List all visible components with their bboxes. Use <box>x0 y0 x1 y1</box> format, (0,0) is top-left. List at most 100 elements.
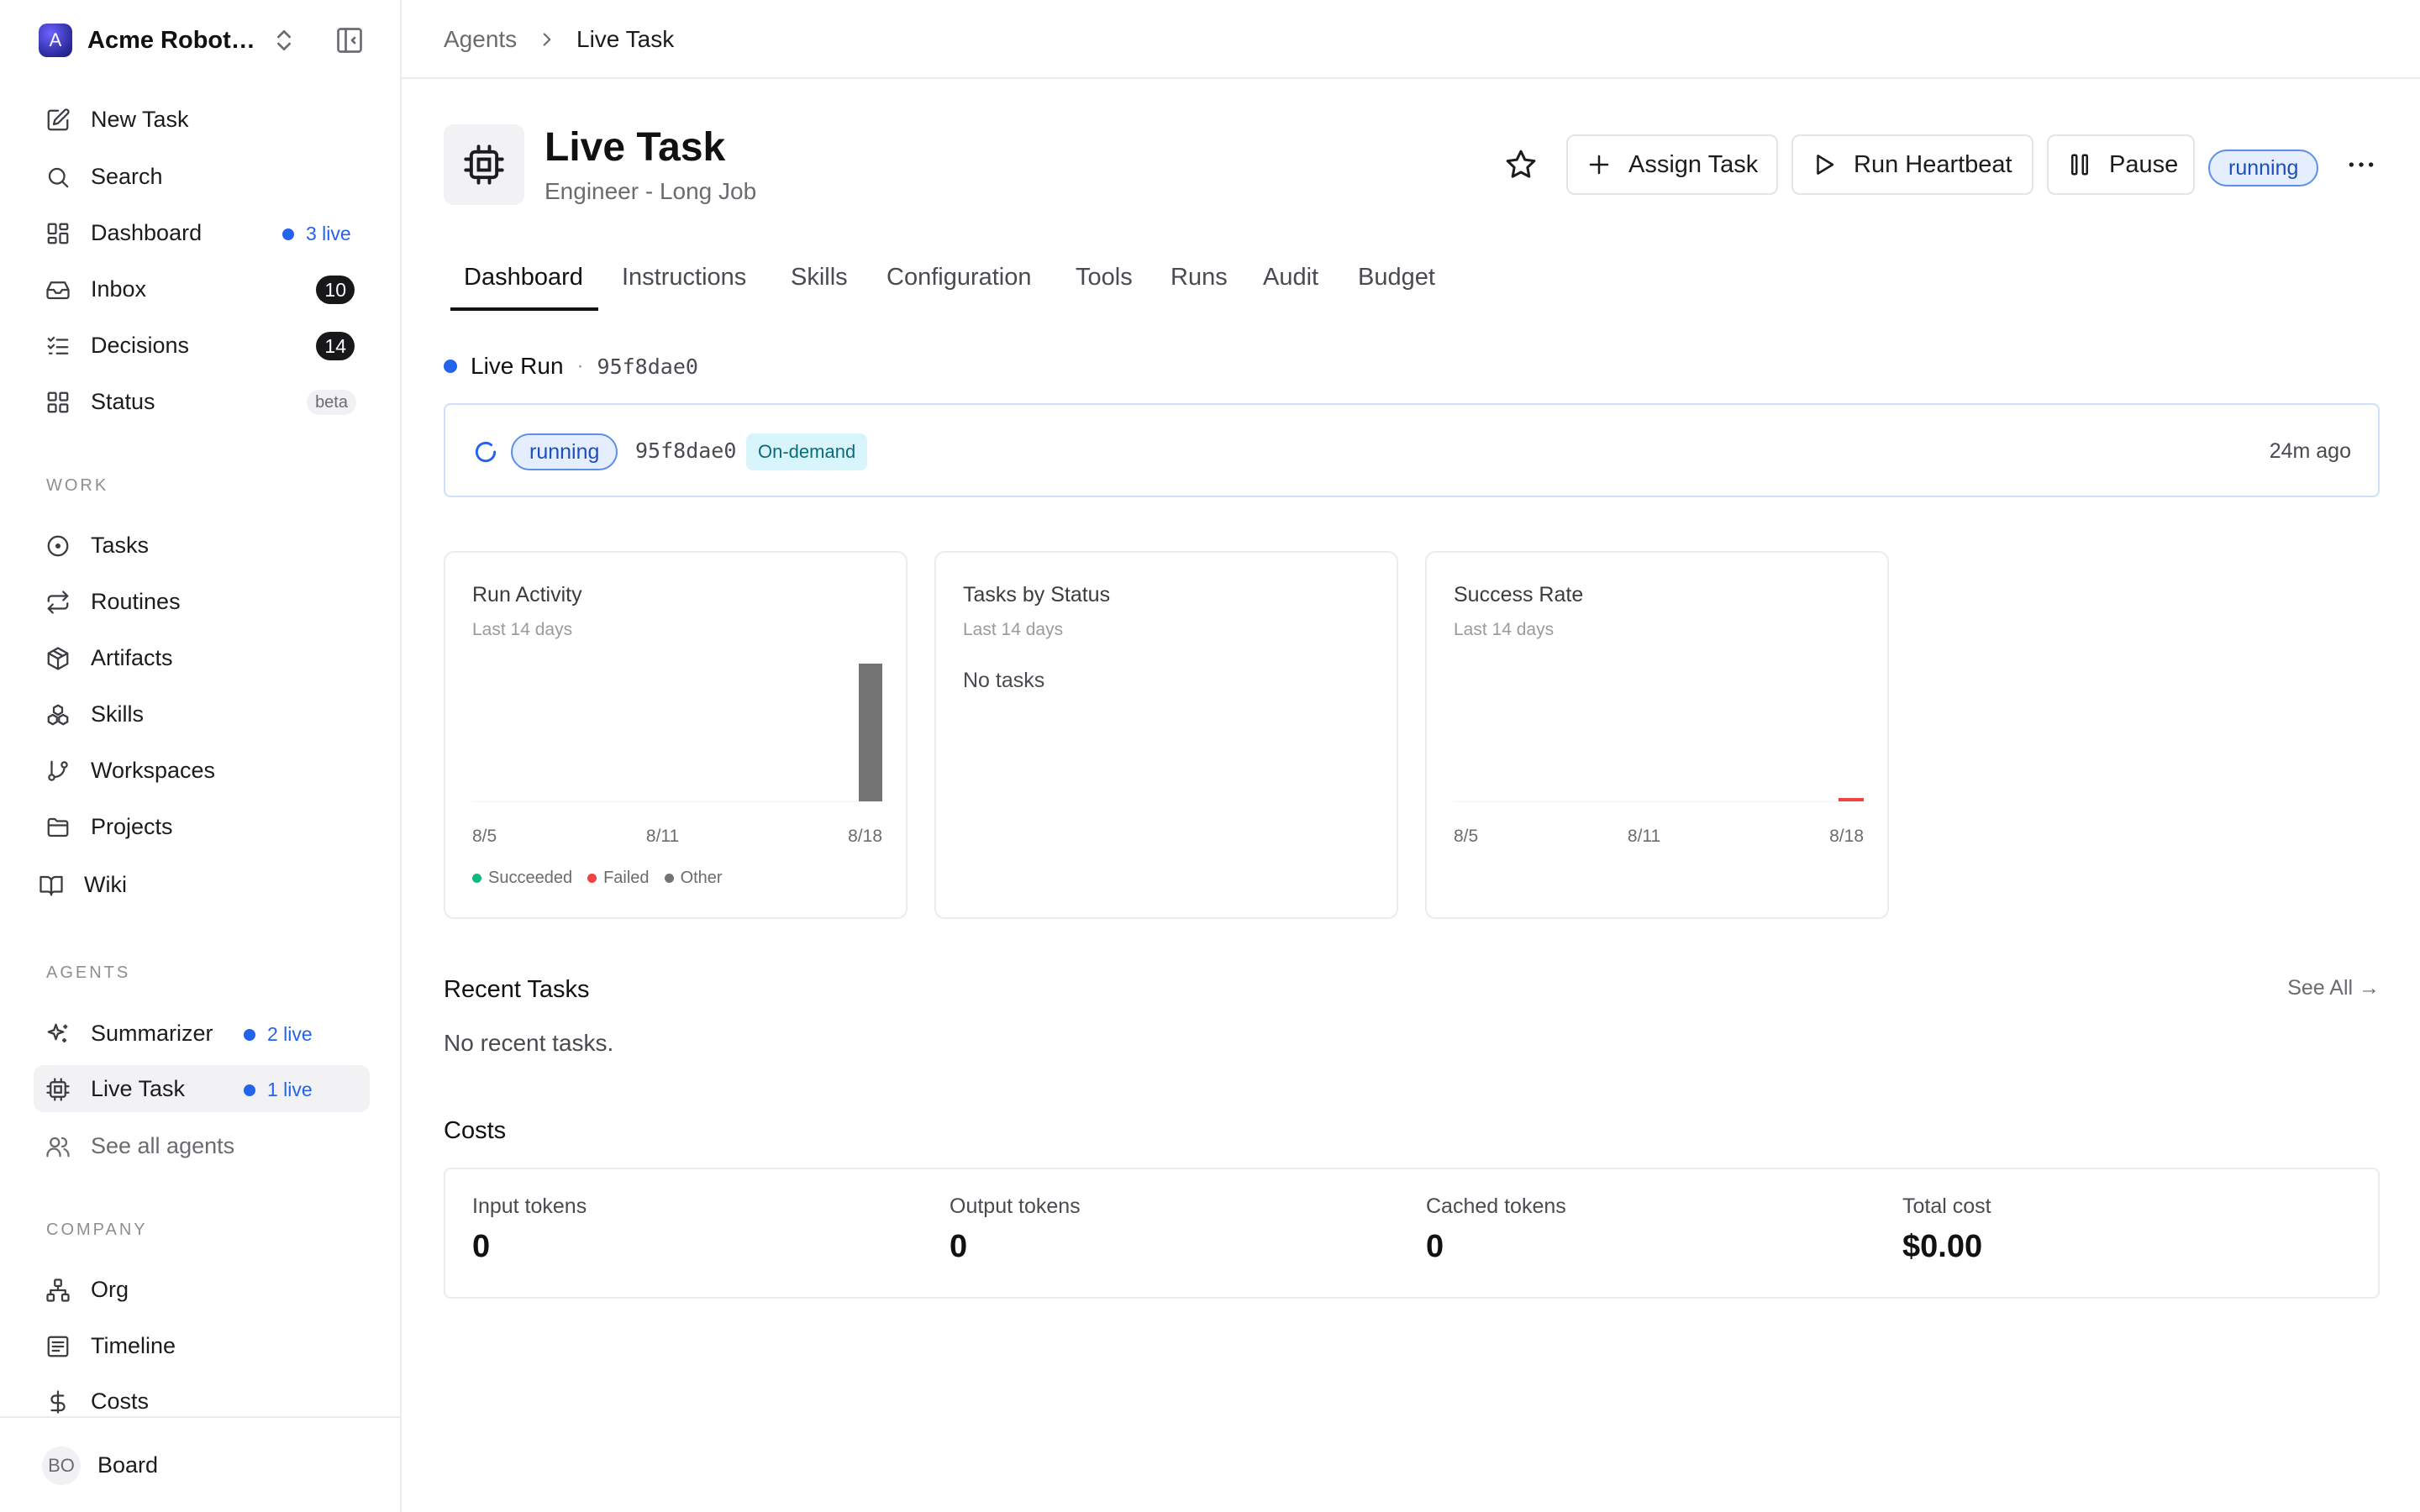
company-logo: A <box>39 24 72 57</box>
edit-square-icon <box>47 108 70 131</box>
legend-swatch <box>664 874 674 883</box>
tab-dashboard[interactable]: Dashboard <box>464 264 583 291</box>
tab-skills[interactable]: Skills <box>791 264 848 291</box>
tab-configuration[interactable]: Configuration <box>886 264 1032 291</box>
live-run-card[interactable]: running 95f8dae0 On-demand 24m ago <box>444 403 2380 497</box>
nav-agent-live-task[interactable]: Live Task 1 live <box>34 1065 370 1112</box>
see-all-link[interactable]: See All → <box>2287 976 2380 1000</box>
chart-subtitle: Last 14 days <box>963 620 1064 639</box>
legend-item-other: Other <box>664 869 723 888</box>
nav-dashboard[interactable]: Dashboard 3 live <box>34 209 370 256</box>
separator: · <box>576 354 584 377</box>
legend-item-failed: Failed <box>587 869 650 888</box>
bar-other <box>859 664 882 801</box>
nav-label: New Task <box>91 106 189 132</box>
chart-title: Tasks by Status <box>963 583 1111 606</box>
agent-avatar <box>444 124 524 205</box>
more-horizontal-icon[interactable] <box>2344 148 2378 181</box>
tab-budget[interactable]: Budget <box>1358 264 1435 291</box>
play-icon <box>1817 155 1834 175</box>
run-heartbeat-label: Run Heartbeat <box>1854 150 2012 178</box>
nav-workspaces[interactable]: Workspaces <box>34 747 370 794</box>
x-tick-label: 8/18 <box>848 827 882 846</box>
beta-badge: beta <box>307 390 356 415</box>
cost-input-tokens: Input tokens 0 <box>472 1194 587 1265</box>
user-menu[interactable]: BO Board <box>0 1416 400 1512</box>
nav-label: Summarizer <box>91 1020 213 1046</box>
collapse-sidebar-icon[interactable] <box>334 25 365 55</box>
chart-subtitle: Last 14 days <box>1454 620 1555 639</box>
nav-label: Inbox <box>91 276 147 302</box>
live-dot <box>444 360 457 373</box>
sidebar: A Acme Robotics New Task Search Dashboar… <box>0 0 402 1512</box>
nav-org[interactable]: Org <box>34 1266 370 1313</box>
cost-label: Output tokens <box>950 1194 1081 1218</box>
breadcrumb-current: Live Task <box>576 26 675 52</box>
run-heartbeat-button[interactable]: Run Heartbeat <box>1791 134 2033 195</box>
nav-artifacts[interactable]: Artifacts <box>34 634 370 681</box>
live-run-title: Live Run <box>471 353 564 379</box>
tab-runs[interactable]: Runs <box>1171 264 1228 291</box>
dollar-icon <box>50 1390 66 1414</box>
nav-decisions[interactable]: Decisions 14 <box>34 322 370 369</box>
grid-icon <box>47 391 69 413</box>
nav-label: Routines <box>91 588 181 614</box>
nav-label: Live Task <box>91 1075 186 1101</box>
nav-status[interactable]: Status beta <box>34 378 370 425</box>
star-icon[interactable] <box>1504 148 1538 181</box>
nav-label: Projects <box>91 813 173 839</box>
book-icon <box>39 875 63 896</box>
cost-output-tokens: Output tokens 0 <box>950 1194 1081 1265</box>
cpu-icon <box>46 1078 70 1101</box>
nav-projects[interactable]: Projects <box>34 803 370 850</box>
success-rate-card: Success Rate Last 14 days 8/5 8/11 8/18 <box>1425 551 1889 919</box>
trigger-badge: On-demand <box>746 433 868 470</box>
live-indicator: 2 live <box>244 1023 313 1046</box>
nav-wiki[interactable]: Wiki <box>27 861 363 908</box>
decisions-count-badge: 14 <box>316 332 355 360</box>
tab-tools[interactable]: Tools <box>1076 264 1133 291</box>
tab-audit[interactable]: Audit <box>1263 264 1318 291</box>
cost-value: 0 <box>950 1229 968 1264</box>
repeat-icon <box>47 591 69 614</box>
nav-skills[interactable]: Skills <box>34 690 370 738</box>
tab-instructions[interactable]: Instructions <box>622 264 746 291</box>
box-icon <box>47 647 69 670</box>
nav-search[interactable]: Search <box>34 153 370 200</box>
pause-button[interactable]: Pause <box>2047 134 2195 195</box>
nav-label: See all agents <box>91 1132 235 1158</box>
live-indicator: 1 live <box>244 1079 313 1101</box>
assign-task-button[interactable]: Assign Task <box>1566 134 1778 195</box>
run-timestamp: 24m ago <box>2269 439 2351 463</box>
legend-label: Other <box>680 869 723 887</box>
company-switcher[interactable]: A Acme Robotics <box>39 24 375 57</box>
status-badge: running <box>2208 150 2319 186</box>
live-count: 3 live <box>306 223 351 244</box>
nav-inbox[interactable]: Inbox 10 <box>34 265 370 312</box>
cost-total: Total cost $0.00 <box>1902 1194 1991 1265</box>
assign-task-label: Assign Task <box>1628 150 1759 178</box>
agent-subtitle: Engineer - Long Job <box>544 178 757 204</box>
nav-agent-summarizer[interactable]: Summarizer 2 live <box>34 1010 370 1057</box>
x-tick-label: 8/5 <box>472 827 497 846</box>
chart-legend: Succeeded Failed Other <box>472 869 738 888</box>
company-name: Acme Robotics <box>87 26 260 54</box>
nav-new-task[interactable]: New Task <box>34 96 370 143</box>
success-rate-chart: 8/5 8/11 8/18 <box>1454 798 1864 846</box>
section-label-work: WORK <box>46 476 109 495</box>
nav-see-all-agents[interactable]: See all agents <box>34 1122 370 1169</box>
nav-label: Tasks <box>91 532 150 558</box>
user-name: Board <box>97 1452 159 1478</box>
nav-tasks[interactable]: Tasks <box>34 522 370 569</box>
breadcrumb-agents-link[interactable]: Agents <box>444 26 517 53</box>
chart-title: Success Rate <box>1454 583 1584 606</box>
run-activity-chart: 8/5 8/11 8/18 <box>472 664 882 846</box>
nav-label: Org <box>91 1276 129 1302</box>
chevrons-up-down-icon[interactable] <box>271 27 297 54</box>
x-tick-label: 8/11 <box>646 827 679 846</box>
nav-routines[interactable]: Routines <box>34 578 370 625</box>
live-dot <box>282 228 294 240</box>
x-tick-label: 8/5 <box>1454 827 1478 846</box>
sparkles-icon <box>47 1023 68 1042</box>
nav-timeline[interactable]: Timeline <box>34 1322 370 1369</box>
